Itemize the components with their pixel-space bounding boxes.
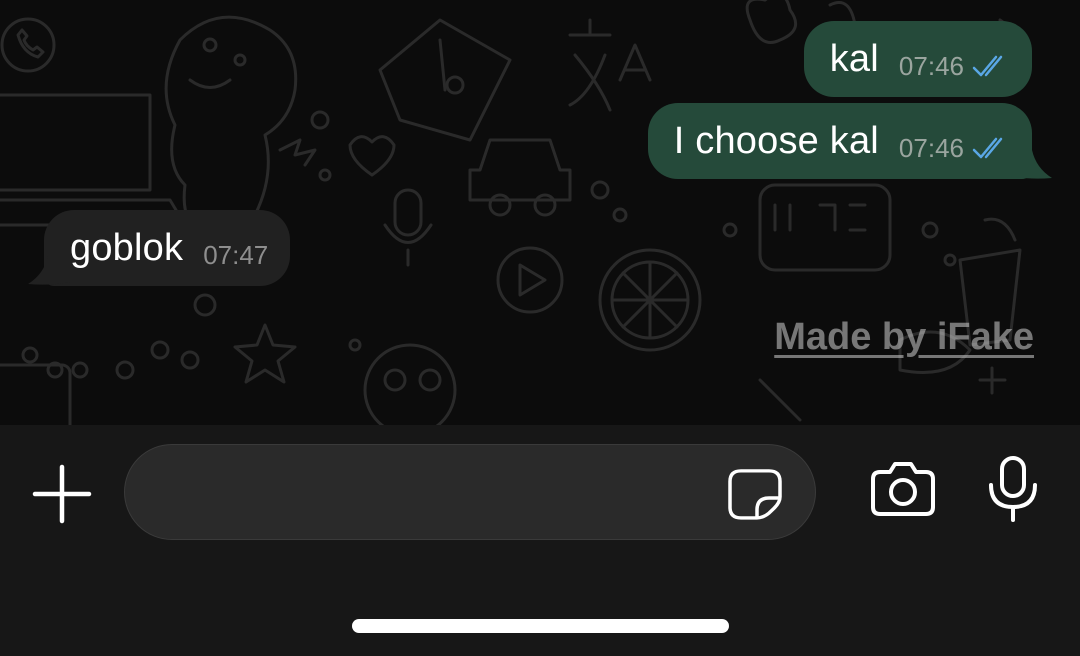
message-time: 07:46 [898, 132, 964, 163]
message-text: goblok [70, 226, 184, 269]
watermark[interactable]: Made by iFake [774, 316, 1034, 359]
microphone-icon[interactable] [985, 455, 1041, 523]
double-check-icon [972, 55, 1003, 77]
bubble-tail [1010, 150, 1052, 179]
message-bubble-incoming[interactable]: goblok 07:47 [44, 210, 291, 286]
home-indicator[interactable] [352, 619, 729, 633]
double-check-icon [972, 137, 1003, 159]
message-text: kal [829, 37, 879, 80]
camera-icon[interactable] [870, 460, 936, 518]
plus-icon[interactable] [32, 464, 92, 524]
message-input[interactable] [124, 444, 816, 541]
message-bubble-outgoing[interactable]: kal 07:46 [803, 21, 1032, 97]
message-time: 07:46 [898, 50, 964, 81]
bubble-tail [28, 256, 70, 285]
message-bubble-outgoing[interactable]: I choose kal 07:46 [647, 103, 1032, 179]
message-text: I choose kal [673, 119, 879, 162]
chat-area: kal 07:46 I choose kal 07:46 goblok 07:4… [0, 0, 1080, 425]
message-input-field[interactable] [155, 445, 719, 541]
message-time: 07:47 [203, 239, 269, 270]
sticker-icon[interactable] [727, 468, 783, 520]
